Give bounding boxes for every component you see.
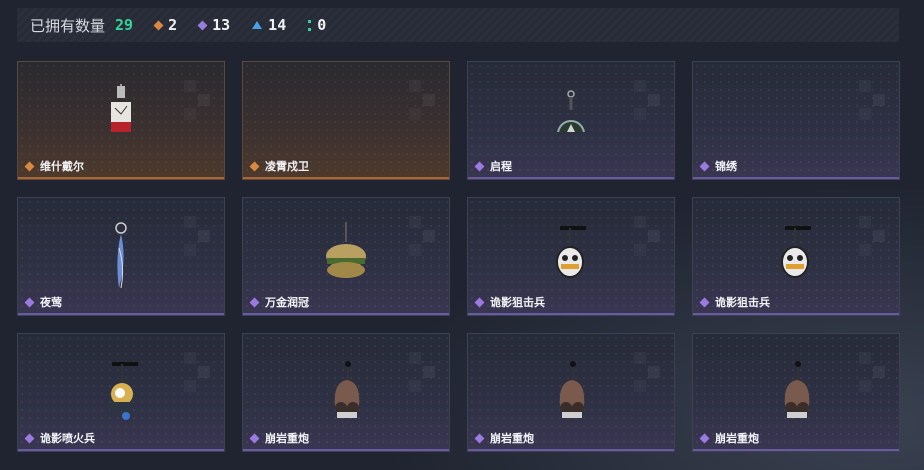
charm-card[interactable]: 凌霄戍卫 <box>242 61 450 180</box>
rarity-underline <box>243 313 449 315</box>
stat-orange: 2 <box>153 16 178 34</box>
stat-purple-value: 13 <box>212 16 231 34</box>
orange-diamond-icon <box>153 20 164 30</box>
charm-name-row: 诡影狙击兵 <box>474 294 545 310</box>
owned-count-label: 已拥有数量 <box>30 16 106 35</box>
rarity-underline <box>468 313 674 315</box>
charm-name: 启程 <box>490 160 512 173</box>
owned-count-total: 29 <box>115 16 134 34</box>
card-decoration <box>409 80 439 120</box>
sniper-charm-icon <box>546 198 596 292</box>
rarity-underline <box>18 313 224 315</box>
charm-name-row: 维什戴尔 <box>24 158 84 174</box>
card-decoration <box>859 216 889 256</box>
charm-card[interactable]: 启程 <box>467 61 675 180</box>
sniper-charm-icon <box>771 198 821 292</box>
charm-name-row: 锦绣 <box>699 158 737 174</box>
stat-orange-value: 2 <box>168 16 178 34</box>
charm-name-row: 崩岩重炮 <box>699 430 759 446</box>
charm-card[interactable]: 崩岩重炮 <box>242 333 450 452</box>
orange-rarity-icon <box>249 161 260 171</box>
card-decoration <box>859 80 889 120</box>
purple-rarity-icon <box>474 433 485 443</box>
rarity-underline <box>468 177 674 179</box>
charm-name: 诡影喷火兵 <box>40 432 95 445</box>
rarity-underline <box>693 313 899 315</box>
card-decoration <box>409 216 439 256</box>
rarity-underline <box>18 177 224 179</box>
charm-name: 夜莺 <box>40 296 62 309</box>
charm-card[interactable]: 夜莺 <box>17 197 225 316</box>
rock-charm-icon <box>321 334 371 428</box>
rarity-underline <box>693 449 899 451</box>
rarity-underline <box>693 177 899 179</box>
charm-card[interactable]: 诡影狙击兵 <box>692 197 900 316</box>
charm-name-row: 崩岩重炮 <box>474 430 534 446</box>
charm-card[interactable]: 崩岩重炮 <box>467 333 675 452</box>
charm-name-row: 凌霄戍卫 <box>249 158 309 174</box>
charm-name-row: 崩岩重炮 <box>249 430 309 446</box>
charm-name: 诡影狙击兵 <box>490 296 545 309</box>
charm-name: 崩岩重炮 <box>265 432 309 445</box>
stat-blue-value: 14 <box>268 16 287 34</box>
stat-green: 0 <box>308 16 326 34</box>
rarity-underline <box>18 449 224 451</box>
charm-name: 凌霄戍卫 <box>265 160 309 173</box>
charm-card[interactable]: 万金润冠 <box>242 197 450 316</box>
charm-card[interactable]: 诡影喷火兵 <box>17 333 225 452</box>
green-dots-icon <box>308 19 312 31</box>
charm-card[interactable]: 锦绣 <box>692 61 900 180</box>
purple-diamond-icon <box>197 20 208 30</box>
charm-name-row: 诡影喷火兵 <box>24 430 95 446</box>
card-decoration <box>634 352 664 392</box>
charm-name-row: 夜莺 <box>24 294 62 310</box>
feather-charm-icon <box>101 198 141 302</box>
stat-blue: 14 <box>252 16 286 34</box>
rarity-underline <box>468 449 674 451</box>
charm-card[interactable]: 维什戴尔 <box>17 61 225 180</box>
owned-count-bar: 已拥有数量 29 2 13 14 0 <box>17 8 899 42</box>
charm-card[interactable]: 诡影狙击兵 <box>467 197 675 316</box>
stat-green-value: 0 <box>317 16 327 34</box>
purple-rarity-icon <box>699 161 710 171</box>
blue-triangle-icon <box>252 21 263 29</box>
red-charm-icon <box>101 62 141 144</box>
purple-rarity-icon <box>249 433 260 443</box>
burger-charm-icon <box>321 198 371 292</box>
charm-name-row: 诡影狙击兵 <box>699 294 770 310</box>
stat-purple: 13 <box>197 16 231 34</box>
card-decoration <box>184 216 214 256</box>
charm-name: 万金润冠 <box>265 296 309 309</box>
charm-name-row: 启程 <box>474 158 512 174</box>
charm-name: 崩岩重炮 <box>715 432 759 445</box>
purple-rarity-icon <box>24 433 35 443</box>
rarity-underline <box>243 449 449 451</box>
rock-charm-icon <box>771 334 821 428</box>
rarity-underline <box>243 177 449 179</box>
orange-rarity-icon <box>24 161 35 171</box>
charm-name: 锦绣 <box>715 160 737 173</box>
charm-card[interactable]: 崩岩重炮 <box>692 333 900 452</box>
flamer-charm-icon <box>96 334 146 428</box>
card-decoration <box>184 352 214 392</box>
purple-rarity-icon <box>474 161 485 171</box>
card-decoration <box>634 80 664 120</box>
purple-rarity-icon <box>24 297 35 307</box>
card-decoration <box>184 80 214 120</box>
charm-name: 维什戴尔 <box>40 160 84 173</box>
card-decoration <box>634 216 664 256</box>
medal-charm-icon <box>551 62 591 148</box>
charm-name: 崩岩重炮 <box>490 432 534 445</box>
purple-rarity-icon <box>699 433 710 443</box>
purple-rarity-icon <box>699 297 710 307</box>
charm-name: 诡影狙击兵 <box>715 296 770 309</box>
card-decoration <box>859 352 889 392</box>
charm-name-row: 万金润冠 <box>249 294 309 310</box>
rock-charm-icon <box>546 334 596 428</box>
card-decoration <box>409 352 439 392</box>
purple-rarity-icon <box>249 297 260 307</box>
purple-rarity-icon <box>474 297 485 307</box>
